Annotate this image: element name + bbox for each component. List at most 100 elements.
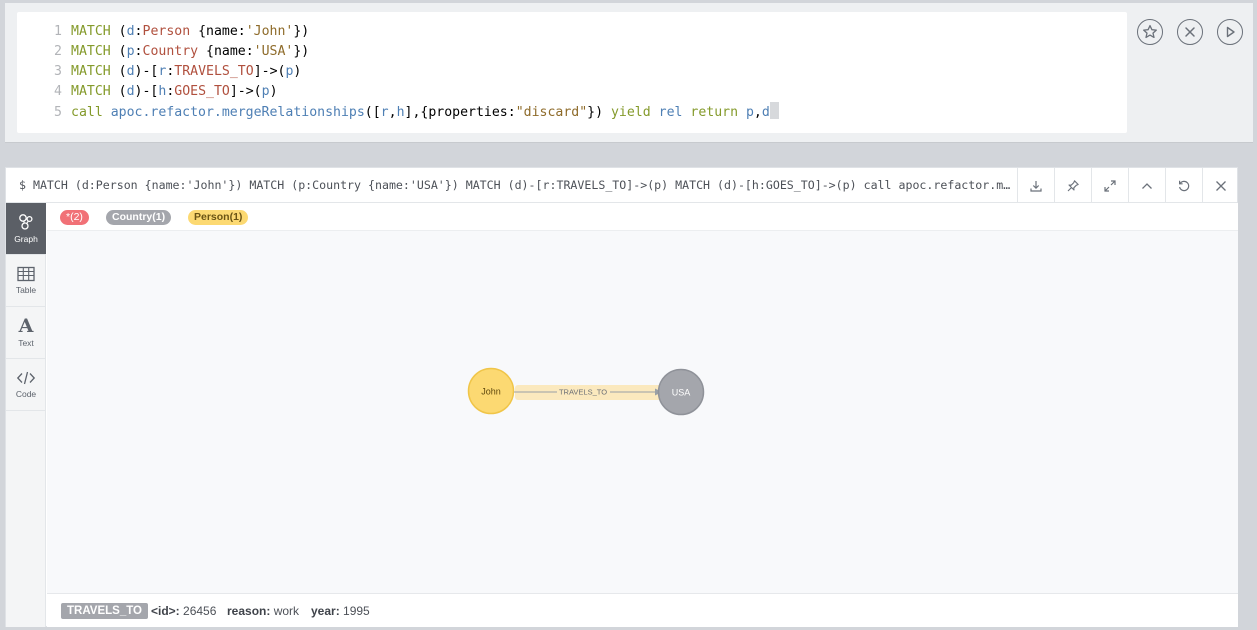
property-value: 1995 <box>343 604 370 618</box>
code-token: d <box>761 105 770 120</box>
play-icon <box>1226 26 1235 38</box>
rerun-icon <box>1179 180 1190 191</box>
rerun-button[interactable] <box>1165 168 1202 203</box>
code-token: MATCH <box>71 84 119 99</box>
property-key: year: <box>311 604 340 618</box>
download-icon <box>1030 180 1042 192</box>
property-year: year: 1995 <box>311 594 370 628</box>
pin-icon <box>1067 179 1079 191</box>
property-key: <id>: <box>151 604 180 618</box>
run-query-button[interactable] <box>1217 19 1243 45</box>
code-token: : <box>134 44 143 59</box>
code-token: d <box>126 24 135 39</box>
view-tab-graph[interactable]: Graph <box>6 203 46 255</box>
node-caption: John <box>481 387 501 397</box>
view-tab-code[interactable]: Code <box>6 359 46 411</box>
code-token: ([ <box>364 105 381 120</box>
code-line[interactable]: 5 call apoc.refactor.mergeRelationships([… <box>17 102 779 122</box>
result-header: $ MATCH (d:Person {name:'John'}) MATCH (… <box>6 168 1237 203</box>
code-token: )-[ <box>134 84 159 99</box>
result-view-sidebar: Graph Table A Text Code <box>6 203 46 627</box>
view-tab-label: Table <box>15 285 37 295</box>
node-caption: USA <box>672 388 691 398</box>
code-token: yield <box>610 105 659 120</box>
code-token: Country <box>142 44 199 59</box>
property-key: reason: <box>227 604 271 618</box>
code-token: GOES_TO <box>174 84 230 99</box>
code-token: r <box>380 105 389 120</box>
code-token: "discard" <box>515 105 588 120</box>
code-token: }) <box>293 24 310 39</box>
view-tab-label: Text <box>18 338 34 348</box>
code-token: ) <box>269 84 278 99</box>
code-token: }) <box>293 44 310 59</box>
collapse-button[interactable] <box>1128 168 1165 203</box>
code-line[interactable]: 4 MATCH (d)-[h:GOES_TO]->(p) <box>17 82 278 102</box>
pin-button[interactable] <box>1054 168 1091 203</box>
line-number: 5 <box>54 105 62 120</box>
code-line[interactable]: 3 MATCH (d)-[r:TRAVELS_TO]->(p) <box>17 62 301 82</box>
line-number: 2 <box>54 44 62 59</box>
inspector-bar: TRAVELS_TO <id>: 26456 reason: work year… <box>47 593 1238 627</box>
code-token: MATCH <box>71 64 119 79</box>
code-token: return <box>690 105 746 120</box>
code-token: d <box>126 64 135 79</box>
code-token: MATCH <box>71 24 119 39</box>
code-token: p <box>261 84 270 99</box>
graph-svg: TRAVELS_TO John USA <box>467 367 705 416</box>
code-token: p <box>126 44 135 59</box>
code-token: , <box>388 105 397 120</box>
view-tab-text[interactable]: A Text <box>6 307 46 359</box>
node-usa[interactable]: USA <box>657 368 705 416</box>
table-icon <box>17 266 35 282</box>
view-tab-table[interactable]: Table <box>6 255 46 307</box>
legend-country-pill[interactable]: Country(1) <box>106 210 172 225</box>
collapse-icon <box>1142 182 1152 189</box>
query-editor-frame: 1 MATCH (d:Person {name:'John'}) 2 MATCH (p… <box>5 3 1253 143</box>
code-token: {name: <box>198 44 254 59</box>
code-token: ( <box>118 64 127 79</box>
close-circle-icon <box>1185 27 1195 37</box>
property-id: <id>: 26456 <box>151 594 216 628</box>
result-query-text[interactable]: $ MATCH (d:Person {name:'John'}) MATCH (… <box>19 168 1014 203</box>
clear-editor-button[interactable] <box>1177 19 1203 45</box>
view-tab-label: Code <box>15 389 37 399</box>
property-reason: reason: work <box>227 594 299 628</box>
code-token: : <box>134 24 143 39</box>
cypher-editor[interactable]: 1 MATCH (d:Person {name:'John'}) 2 MATCH (p… <box>17 12 1127 133</box>
code-token: 'USA' <box>253 44 294 59</box>
graph-icon <box>19 214 33 230</box>
close-result-button[interactable] <box>1202 168 1239 203</box>
code-token: call <box>71 105 111 120</box>
code-token: p <box>745 105 754 120</box>
view-tab-label: Graph <box>14 234 38 244</box>
line-number: 1 <box>54 24 62 39</box>
code-token: }) <box>587 105 611 120</box>
legend-person-pill[interactable]: Person(1) <box>188 210 249 225</box>
text-icon: A <box>18 315 34 337</box>
graph-canvas[interactable]: TRAVELS_TO John USA <box>47 231 1238 593</box>
code-token: ( <box>118 24 127 39</box>
relationship-travels-to[interactable]: TRAVELS_TO <box>514 385 665 400</box>
code-token: rel <box>658 105 691 120</box>
node-john[interactable]: John <box>467 367 515 415</box>
code-token: d <box>126 84 135 99</box>
property-value: work <box>273 604 300 618</box>
code-line[interactable]: 2 MATCH (p:Country {name:'USA'}) <box>17 42 309 62</box>
code-line[interactable]: 1 MATCH (d:Person {name:'John'}) <box>17 22 309 42</box>
fullscreen-button[interactable] <box>1091 168 1128 203</box>
favorite-button[interactable] <box>1137 19 1163 45</box>
code-token: ( <box>118 84 127 99</box>
relationship-type-chip[interactable]: TRAVELS_TO <box>61 603 148 619</box>
code-token: 'John' <box>245 24 294 39</box>
download-button[interactable] <box>1017 168 1054 203</box>
relationship-label: TRAVELS_TO <box>559 388 607 397</box>
close-icon <box>1216 180 1226 191</box>
code-token: )-[ <box>134 64 159 79</box>
legend-relationships-pill[interactable]: *(2) <box>60 210 89 225</box>
code-token: ]->( <box>253 64 286 79</box>
text-cursor <box>769 102 779 119</box>
code-token: MATCH <box>71 44 119 59</box>
result-frame: $ MATCH (d:Person {name:'John'}) MATCH (… <box>5 167 1238 627</box>
code-token: ]->( <box>229 84 262 99</box>
